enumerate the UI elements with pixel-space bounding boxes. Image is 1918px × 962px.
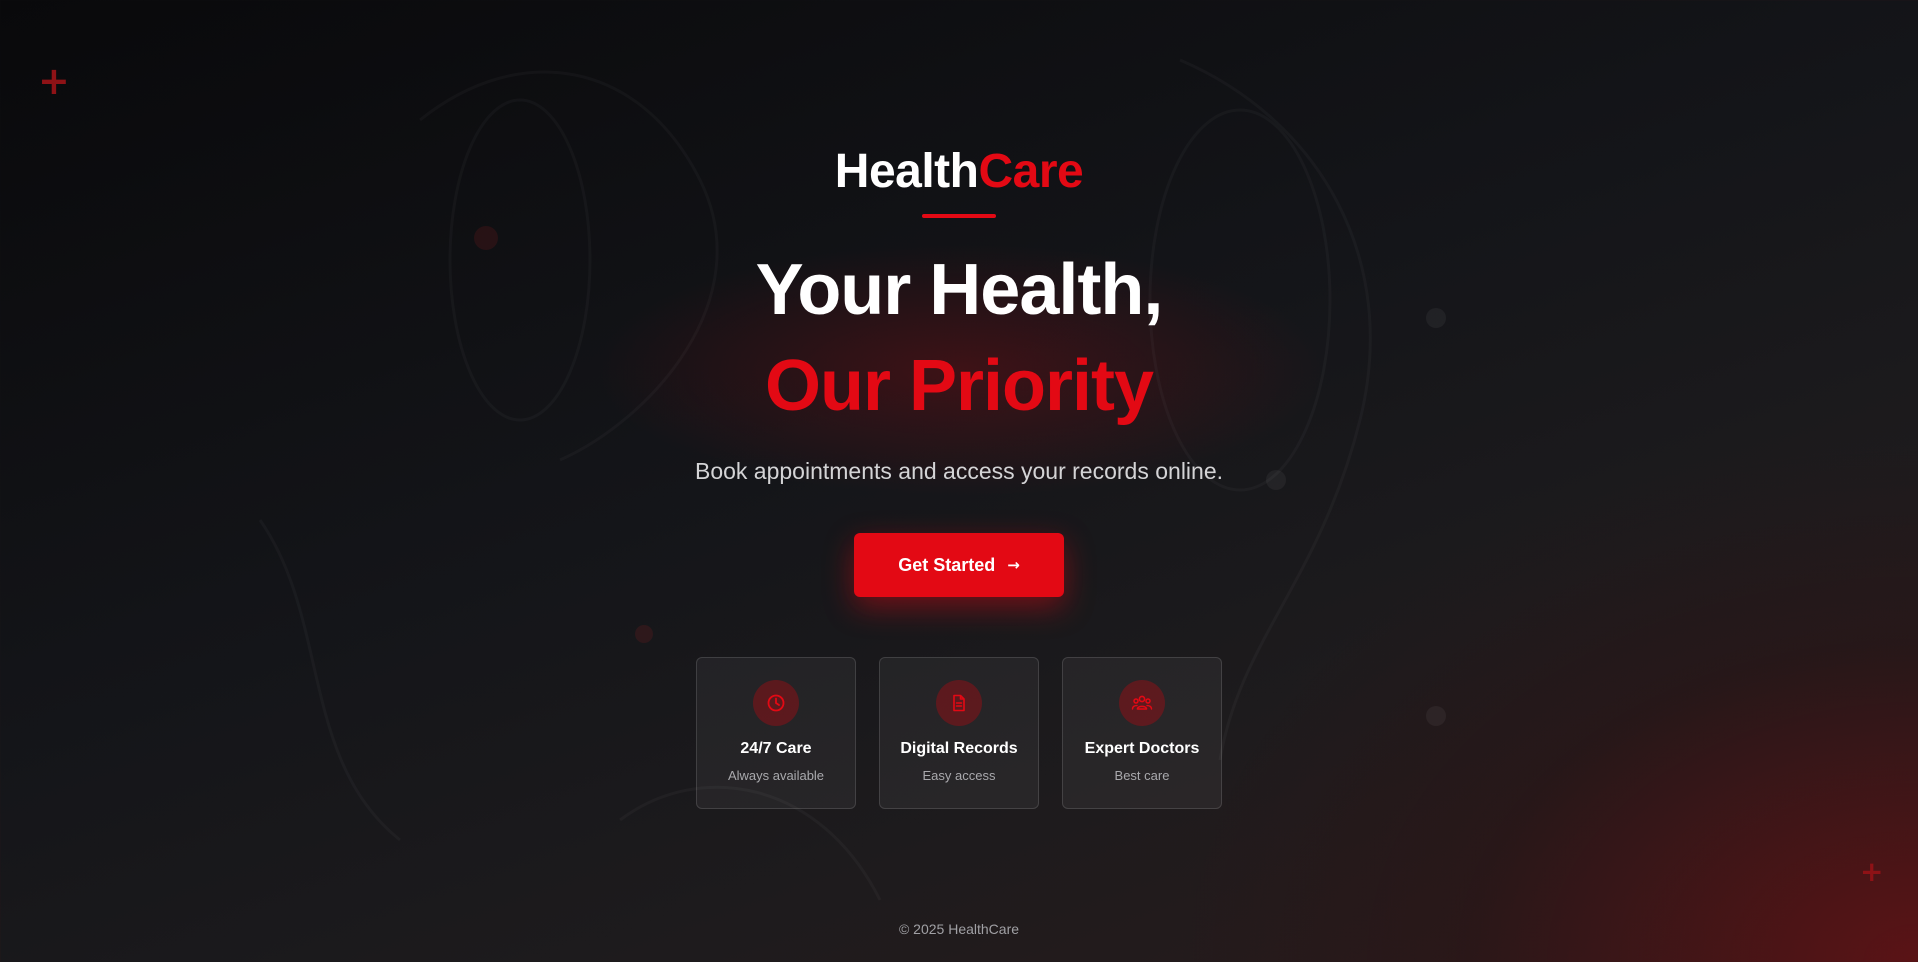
users-icon-svg — [1131, 695, 1153, 710]
feature-card-expert-doctors: Expert Doctors Best care — [1062, 657, 1222, 809]
brand-underline-divider — [922, 214, 996, 218]
hero-headline-line1: Your Health, — [755, 250, 1164, 330]
clock-icon — [753, 680, 799, 726]
plus-decoration-icon: + — [1860, 855, 1884, 888]
features-list: 24/7 Care Always available Digital Recor… — [696, 657, 1222, 809]
hero-section: HealthCare Your Health, Our Priority Boo… — [0, 0, 1918, 809]
feature-description: Easy access — [922, 768, 996, 783]
arrow-right-icon: → — [1007, 556, 1020, 574]
feature-card-digital-records: Digital Records Easy access — [879, 657, 1039, 809]
feature-description: Best care — [1114, 768, 1170, 783]
document-icon — [936, 680, 982, 726]
hero-headline-line2: Our Priority — [764, 346, 1154, 426]
get-started-button[interactable]: Get Started → — [854, 533, 1064, 597]
feature-description: Always available — [727, 768, 825, 783]
feature-title: Digital Records — [900, 740, 1018, 757]
feature-title: 24/7 Care — [740, 740, 812, 757]
users-icon — [1119, 680, 1165, 726]
footer-copyright: © 2025 HealthCare — [898, 921, 1020, 937]
get-started-label: Get Started — [898, 554, 996, 575]
brand-name-part1: Health — [834, 145, 979, 198]
document-icon-svg — [953, 694, 965, 712]
feature-title: Expert Doctors — [1084, 740, 1200, 757]
hero-subtitle: Book appointments and access your record… — [694, 458, 1224, 484]
brand-logo: HealthCare — [834, 145, 1084, 198]
feature-card-24-7-care: 24/7 Care Always available — [696, 657, 856, 809]
brand-name-part2: Care — [978, 145, 1084, 198]
clock-icon-svg — [767, 694, 785, 712]
